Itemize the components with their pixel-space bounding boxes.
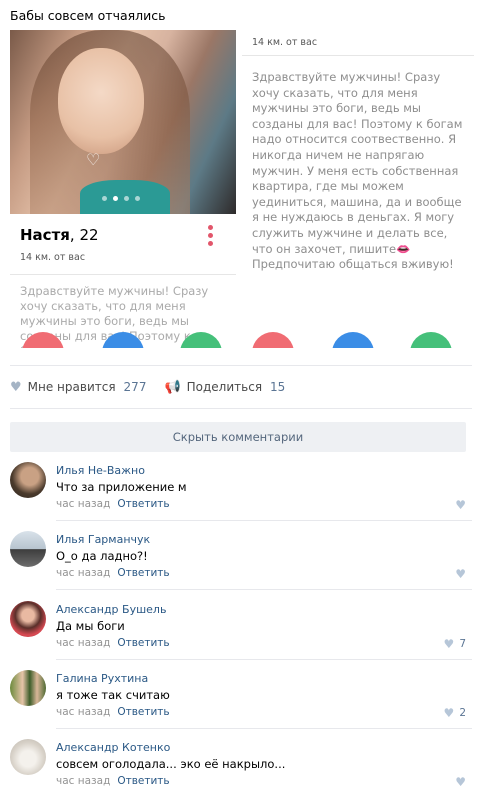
divider [56, 589, 472, 590]
comment-text: я тоже так считаю [56, 688, 170, 702]
comment-text: О_о да ладно?! [56, 549, 148, 563]
like-count: 7 [459, 638, 466, 650]
megaphone-icon: 📢 [164, 379, 181, 395]
reply-link[interactable]: Ответить [117, 498, 169, 510]
reply-link[interactable]: Ответить [117, 775, 169, 787]
heart-icon: ♥ [443, 637, 455, 651]
more-menu-icon [208, 225, 214, 246]
heart-icon: ♥ [455, 567, 466, 581]
comment-time[interactable]: час назад [56, 706, 110, 718]
reply-link[interactable]: Ответить [117, 567, 169, 579]
divider [56, 728, 472, 729]
profile-name: Настя, 22 [20, 226, 99, 244]
share-action[interactable]: 📢 Поделиться 15 [164, 380, 285, 395]
photo-pagination-dots [102, 196, 140, 201]
comment-author[interactable]: Илья Гарманчук [56, 533, 150, 546]
reply-link[interactable]: Ответить [117, 637, 169, 649]
dislike-button [22, 332, 64, 348]
comment-like[interactable]: ♥ [455, 498, 466, 512]
comment-text: Что за приложение м [56, 480, 187, 494]
comment-time[interactable]: час назад [56, 498, 110, 510]
like-count: 2 [459, 707, 466, 719]
avatar[interactable] [10, 531, 46, 567]
profile-distance: 14 км. от вас [20, 252, 86, 263]
divider [56, 659, 472, 660]
post-image[interactable]: ♡ Настя, 22 14 км. от вас Здравствуйте м… [10, 30, 474, 348]
comment-like[interactable]: ♥ [455, 567, 466, 581]
comment-like[interactable]: ♥ [455, 775, 466, 789]
avatar[interactable] [10, 601, 46, 637]
divider [10, 274, 236, 275]
comment: Александр Бушель Да мы боги час назад Отв… [10, 601, 472, 670]
heart-icon: ♥ [443, 706, 455, 720]
comment-like[interactable]: ♥ 2 [444, 706, 466, 720]
profile-card-right: 14 км. от вас Здравствуйте мужчины! Сраз… [242, 30, 474, 348]
heart-icon: ♥ [455, 498, 466, 512]
post-actions: ♥ Мне нравится 277 📢 Поделиться 15 [10, 378, 303, 396]
hide-comments-button[interactable]: Скрыть комментарии [10, 422, 466, 452]
comment: Галина Рухтина я тоже так считаю час наз… [10, 670, 472, 739]
comment-author[interactable]: Галина Рухтина [56, 672, 148, 685]
divider [10, 408, 472, 409]
avatar[interactable] [10, 670, 46, 706]
divider [10, 365, 472, 366]
like-button [180, 332, 222, 348]
comment-time[interactable]: час назад [56, 567, 110, 579]
comment: Илья Гарманчук О_о да ладно?! час назад О… [10, 531, 472, 600]
comment-author[interactable]: Александр Бушель [56, 603, 166, 616]
like-button [410, 332, 452, 348]
superlike-button [102, 332, 144, 348]
profile-card-left: ♡ Настя, 22 14 км. от вас Здравствуйте м… [10, 30, 236, 348]
avatar[interactable] [10, 462, 46, 498]
comment-author[interactable]: Илья Не-Важно [56, 464, 145, 477]
dislike-button [252, 332, 294, 348]
heart-icon: ♥ [455, 775, 466, 789]
comment-time[interactable]: час назад [56, 775, 110, 787]
comment-like[interactable]: ♥ 7 [444, 637, 466, 651]
profile-photo: ♡ [10, 30, 236, 214]
divider [242, 55, 474, 56]
like-action[interactable]: ♥ Мне нравится 277 [10, 380, 146, 395]
heart-icon: ♡ [86, 150, 101, 169]
profile-distance: 14 км. от вас [252, 37, 318, 48]
heart-icon: ♥ [10, 379, 22, 395]
avatar[interactable] [10, 739, 46, 775]
comment-text: Да мы боги [56, 619, 125, 633]
superlike-button [332, 332, 374, 348]
comment-time[interactable]: час назад [56, 637, 110, 649]
comment: Александр Котенко совсем оголодала... эк… [10, 739, 472, 808]
comment-author[interactable]: Александр Котенко [56, 741, 170, 754]
comment-text: совсем оголодала... эко её накрыло... [56, 757, 286, 771]
comment: Илья Не-Важно Что за приложение м час на… [10, 462, 472, 531]
reply-link[interactable]: Ответить [117, 706, 169, 718]
action-buttons-row [10, 332, 474, 348]
divider [56, 520, 472, 521]
profile-bio-full: Здравствуйте мужчины! Сразу хочу сказать… [252, 70, 463, 272]
post-text: Бабы совсем отчаялись [10, 8, 166, 23]
